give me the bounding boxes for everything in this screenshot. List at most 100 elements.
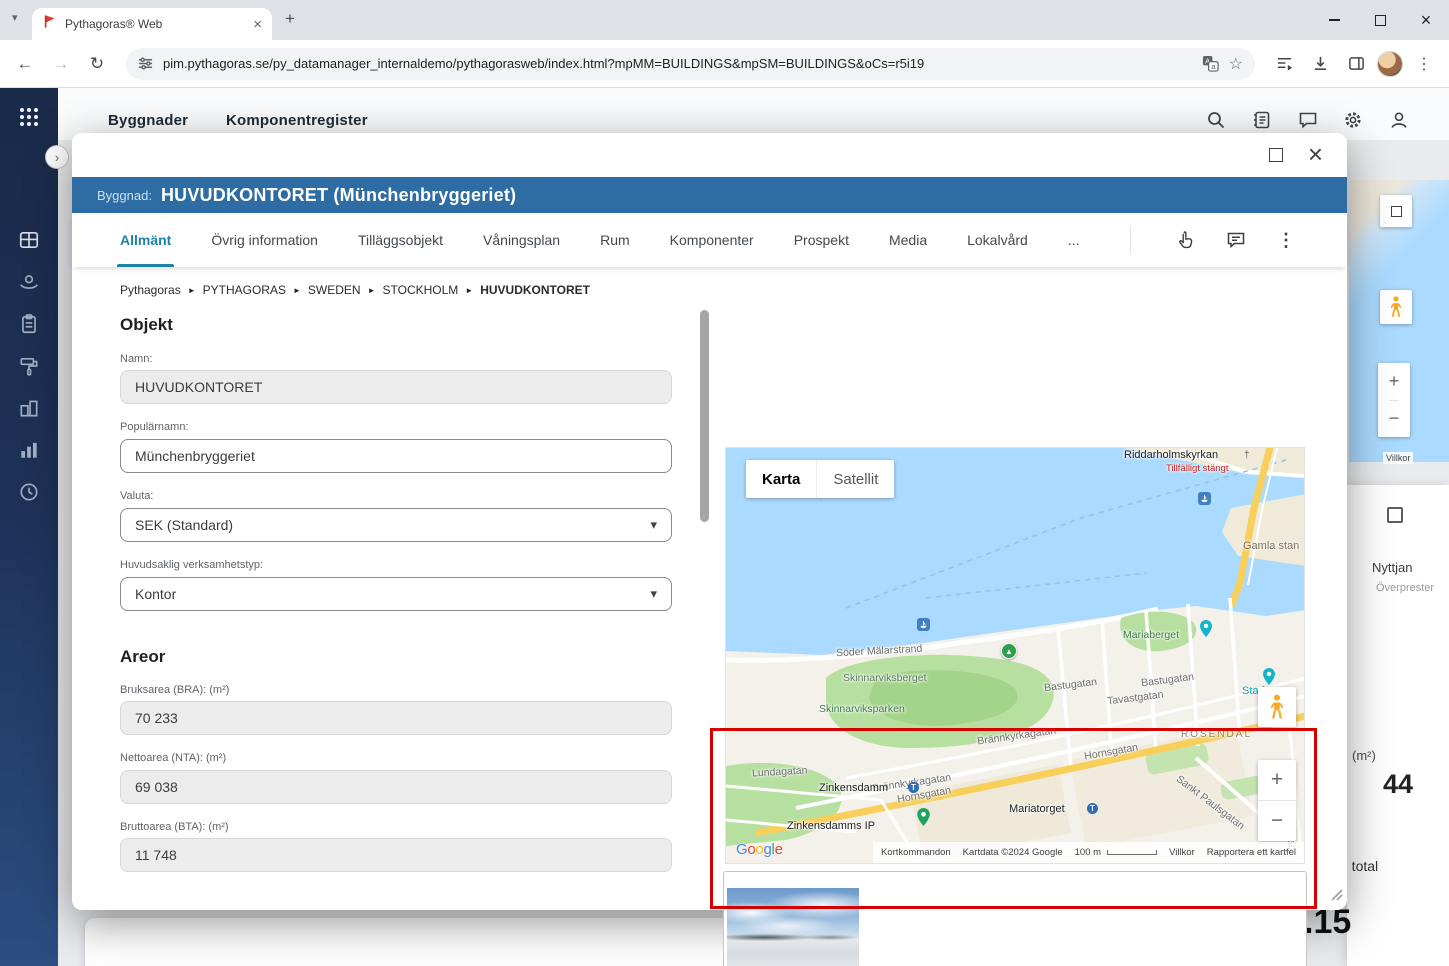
breadcrumb-item[interactable]: STOCKHOLM bbox=[383, 283, 459, 297]
download-icon[interactable] bbox=[1305, 49, 1335, 79]
pegman-icon[interactable] bbox=[1258, 687, 1296, 727]
entity-label: Byggnad: bbox=[97, 187, 152, 203]
screen: ▾ Pythagoras® Web × + × ← → ↻ pim.pythag… bbox=[0, 0, 1449, 966]
new-tab-button[interactable]: + bbox=[285, 9, 295, 29]
browser-tabstrip: ▾ Pythagoras® Web × + × bbox=[0, 0, 1449, 40]
map-attribution: Kortkommandon Kartdata ©2024 Google 100 … bbox=[872, 842, 1304, 863]
hands-icon[interactable] bbox=[18, 271, 40, 293]
panel-unit-m2: (m²) bbox=[1352, 748, 1376, 763]
google-map[interactable]: Riddarholmskyrkan † Tillfälligt stängt G… bbox=[725, 447, 1305, 864]
metro-icon[interactable]: T bbox=[908, 782, 919, 793]
map-terms-link[interactable]: Villkor bbox=[1169, 847, 1195, 858]
translate-icon[interactable]: Aa bbox=[1202, 55, 1219, 72]
sports-pin-icon[interactable] bbox=[917, 808, 930, 831]
map-shortcuts-link[interactable]: Kortkommandon bbox=[881, 847, 951, 858]
nav-item-komponentregister[interactable]: Komponentregister bbox=[226, 112, 368, 129]
browser-menu-icon[interactable]: ⋮ bbox=[1409, 49, 1439, 79]
image-upload-area[interactable]: Klicka och välj eller drag och släpp bil… bbox=[723, 871, 1307, 966]
user-icon[interactable] bbox=[1387, 108, 1411, 132]
site-settings-icon[interactable] bbox=[138, 56, 153, 71]
browser-tab[interactable]: Pythagoras® Web × bbox=[32, 8, 272, 40]
field-label-nta: Nettoarea (NTA): (m²) bbox=[120, 752, 227, 764]
dialog-close-icon[interactable]: × bbox=[1308, 139, 1323, 170]
media-controls-icon[interactable] bbox=[1269, 49, 1299, 79]
side-panel-icon[interactable] bbox=[1341, 49, 1371, 79]
dialog-resize-handle[interactable] bbox=[1327, 885, 1343, 906]
building-dialog: × Byggnad: HUVUDKONTORET (Münchenbrygger… bbox=[72, 133, 1347, 966]
bar-chart-icon[interactable] bbox=[18, 439, 40, 461]
zoom-in-button[interactable]: + bbox=[1258, 760, 1296, 800]
breadcrumb-separator-icon: ► bbox=[367, 285, 376, 295]
contacts-book-icon[interactable] bbox=[1250, 108, 1274, 132]
comments-icon[interactable] bbox=[1211, 230, 1261, 250]
paint-roller-icon[interactable] bbox=[18, 355, 40, 377]
tab-rum[interactable]: Rum bbox=[600, 213, 630, 267]
zoom-out-button[interactable]: − bbox=[1388, 399, 1400, 438]
breadcrumb-item[interactable]: PYTHAGORAS bbox=[203, 283, 286, 297]
tab-komponenter[interactable]: Komponenter bbox=[670, 213, 754, 267]
tab-media[interactable]: Media bbox=[889, 213, 927, 267]
tab-search-icon[interactable]: ▾ bbox=[12, 11, 18, 24]
tab-ovrig-information[interactable]: Övrig information bbox=[211, 213, 318, 267]
breadcrumb-item[interactable]: SWEDEN bbox=[308, 283, 361, 297]
reload-icon[interactable]: ↻ bbox=[82, 49, 112, 79]
url-text[interactable]: pim.pythagoras.se/py_datamanager_interna… bbox=[163, 56, 1192, 71]
background-map-fragment: + − Villkor bbox=[1349, 180, 1449, 464]
bookmark-star-icon[interactable]: ☆ bbox=[1229, 54, 1243, 74]
chat-icon[interactable] bbox=[1296, 108, 1320, 132]
table-icon[interactable] bbox=[18, 229, 40, 251]
uploaded-photo-thumbnail[interactable] bbox=[727, 888, 859, 966]
breadcrumb-item[interactable]: Pythagoras bbox=[120, 283, 181, 297]
verksamhetstyp-select[interactable]: Kontor bbox=[120, 577, 672, 611]
map-zoom-control[interactable]: + − bbox=[1378, 363, 1410, 437]
search-icon[interactable] bbox=[1204, 108, 1228, 132]
tab-close-icon[interactable]: × bbox=[253, 17, 262, 32]
address-bar[interactable]: pim.pythagoras.se/py_datamanager_interna… bbox=[126, 47, 1255, 80]
popularnamn-field[interactable]: Münchenbryggeriet bbox=[120, 439, 672, 473]
ferry-icon[interactable] bbox=[1198, 492, 1211, 505]
park-marker-icon[interactable]: ▲ bbox=[1001, 643, 1017, 659]
touch-hand-icon[interactable] bbox=[1161, 230, 1211, 250]
buildings-icon[interactable] bbox=[18, 397, 40, 419]
map-label-zinkensdamm: Zinkensdamm bbox=[819, 782, 889, 794]
dialog-titlebar: Byggnad: HUVUDKONTORET (Münchenbryggerie… bbox=[72, 177, 1347, 213]
metro-icon[interactable]: T bbox=[1087, 803, 1098, 814]
tab-more[interactable]: ... bbox=[1068, 213, 1080, 267]
zoom-out-button[interactable]: − bbox=[1258, 800, 1296, 841]
google-logo: Google bbox=[736, 841, 783, 858]
settings-gear-icon[interactable] bbox=[1341, 108, 1365, 132]
sidebar-expand-button[interactable]: › bbox=[45, 145, 69, 169]
dialog-maximize-icon[interactable] bbox=[1269, 148, 1283, 162]
app-sidebar bbox=[0, 88, 58, 966]
map-mode-button[interactable]: Karta bbox=[746, 460, 816, 498]
window-minimize-button[interactable] bbox=[1311, 0, 1357, 40]
clock-icon[interactable] bbox=[18, 481, 40, 503]
checkbox-icon[interactable] bbox=[1387, 507, 1403, 523]
window-close-button[interactable]: × bbox=[1403, 0, 1449, 40]
form-scrollbar[interactable] bbox=[700, 310, 709, 522]
forward-icon[interactable]: → bbox=[46, 49, 76, 79]
map-terms-link[interactable]: Villkor bbox=[1383, 452, 1414, 464]
dialog-menu-icon[interactable]: ⋮ bbox=[1261, 230, 1311, 251]
ferry-icon[interactable] bbox=[917, 618, 930, 631]
back-icon[interactable]: ← bbox=[10, 49, 40, 79]
zoom-in-button[interactable]: + bbox=[1389, 363, 1400, 400]
tab-tillaggsobjekt[interactable]: Tilläggsobjekt bbox=[358, 213, 443, 267]
tab-allmant[interactable]: Allmänt bbox=[116, 213, 175, 267]
window-controls: × bbox=[1311, 0, 1449, 40]
satellite-mode-button[interactable]: Satellit bbox=[816, 460, 894, 498]
poi-pin-icon[interactable] bbox=[1200, 620, 1212, 642]
tab-vaningsplan[interactable]: Våningsplan bbox=[483, 213, 560, 267]
apps-grid-icon[interactable] bbox=[18, 106, 40, 133]
window-maximize-button[interactable] bbox=[1357, 0, 1403, 40]
tab-lokalvard[interactable]: Lokalvård bbox=[967, 213, 1028, 267]
profile-avatar[interactable] bbox=[1377, 50, 1403, 77]
nav-item-byggnader[interactable]: Byggnader bbox=[108, 112, 188, 129]
clipboard-icon[interactable] bbox=[18, 313, 40, 335]
browser-toolbar: ← → ↻ pim.pythagoras.se/py_datamanager_i… bbox=[0, 40, 1449, 88]
pegman-icon[interactable] bbox=[1380, 290, 1412, 324]
tab-prospekt[interactable]: Prospekt bbox=[794, 213, 849, 267]
valuta-select[interactable]: SEK (Standard) bbox=[120, 508, 672, 542]
map-fullscreen-button[interactable] bbox=[1380, 195, 1412, 227]
map-report-link[interactable]: Rapportera ett kartfel bbox=[1207, 847, 1296, 858]
